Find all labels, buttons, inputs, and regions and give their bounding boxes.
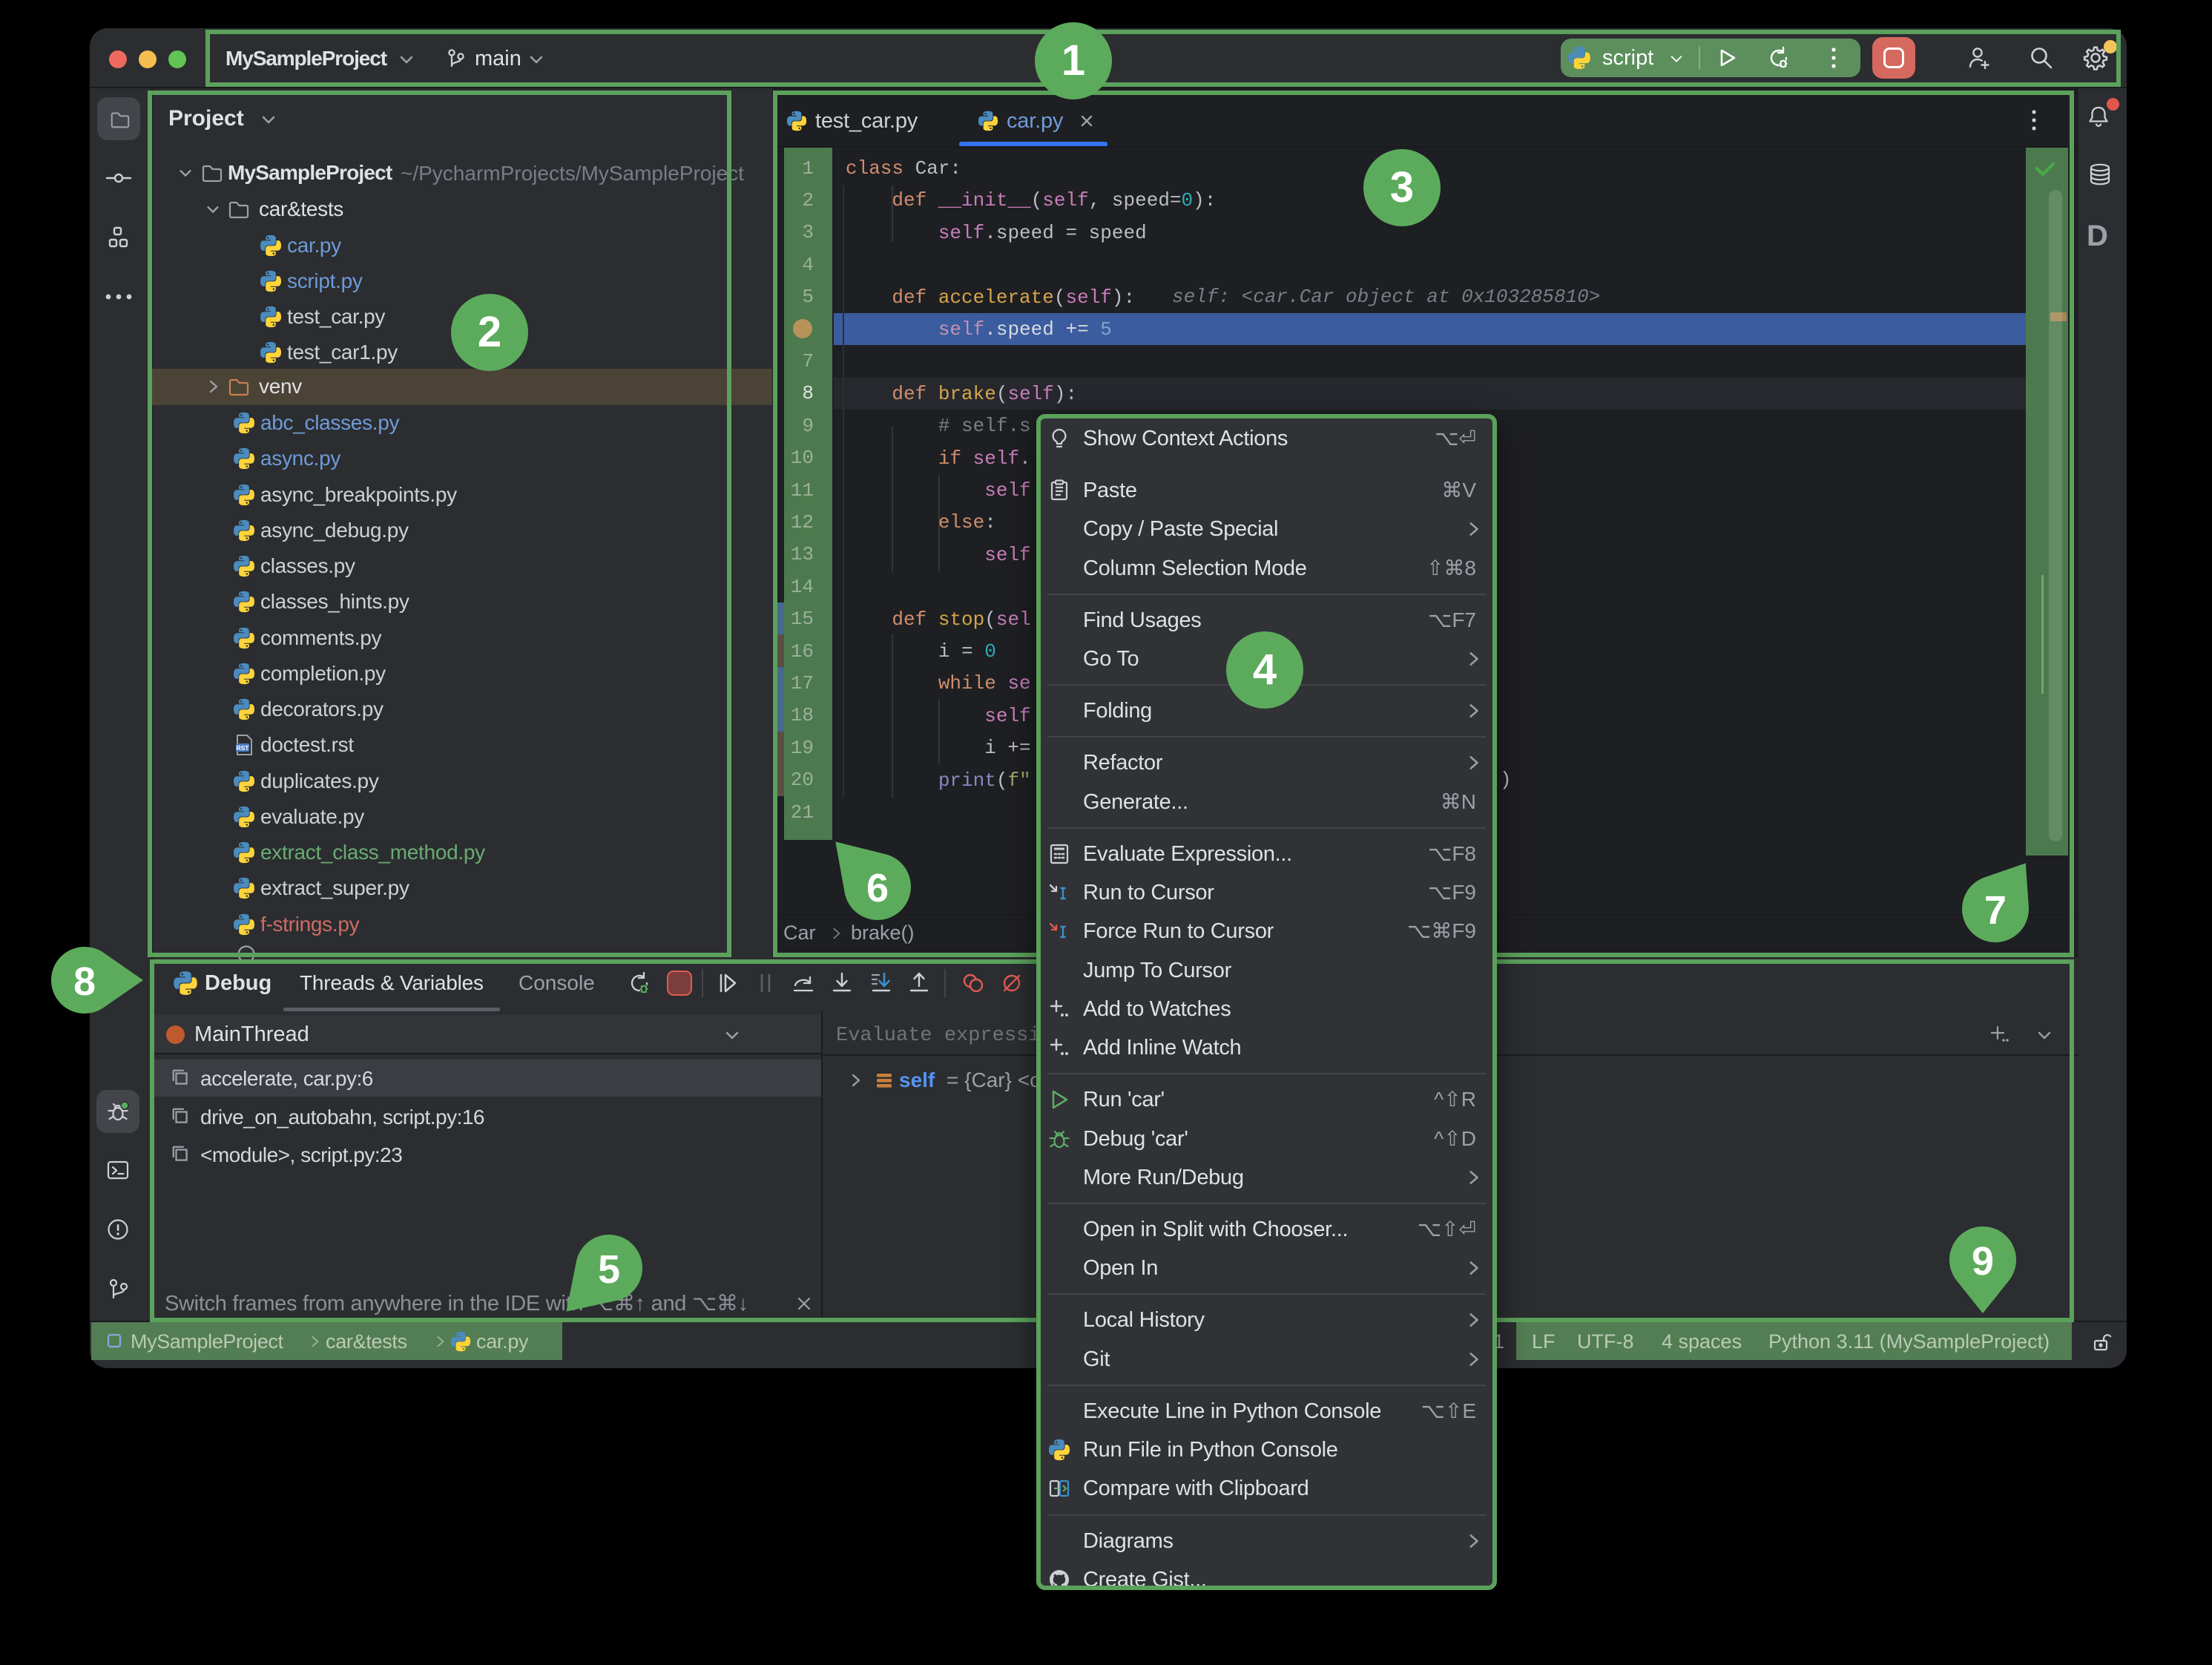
svg-text:9: 9 xyxy=(1972,1239,1994,1284)
svg-text:7: 7 xyxy=(1984,888,2007,933)
svg-text:5: 5 xyxy=(598,1247,620,1292)
svg-text:6: 6 xyxy=(866,866,889,910)
svg-text:8: 8 xyxy=(73,959,96,1004)
